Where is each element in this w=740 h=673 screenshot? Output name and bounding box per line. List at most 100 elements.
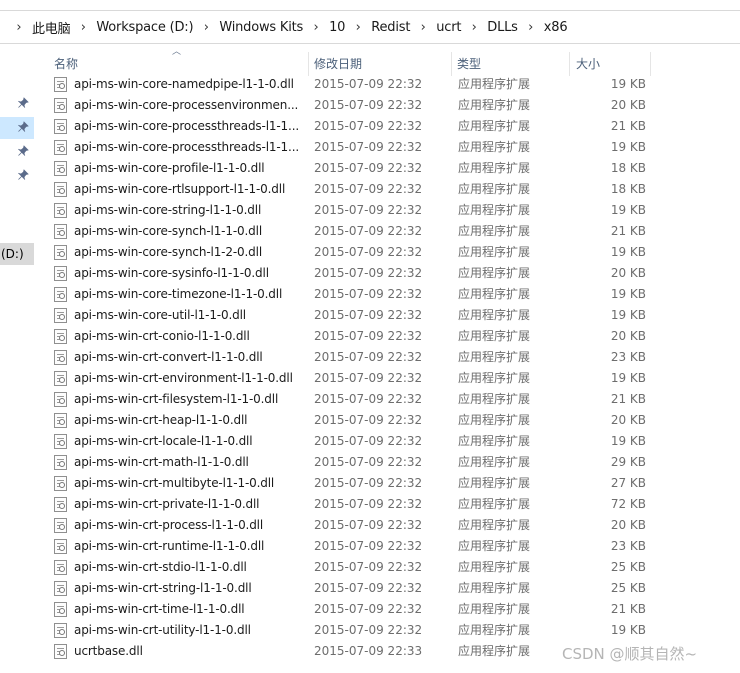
pin-icon[interactable] [17,145,30,157]
file-size: 29 KB [610,455,646,469]
file-modified-date: 2015-07-09 22:32 [314,476,423,490]
chevron-right-icon[interactable]: › [347,20,369,35]
file-row[interactable]: api-ms-win-crt-stdio-l1-1-0.dll 2015-07-0… [50,557,652,578]
column-divider[interactable] [308,52,309,76]
dll-file-icon [54,518,67,533]
file-row[interactable]: api-ms-win-crt-runtime-l1-1-0.dll 2015-07… [50,536,652,557]
chevron-right-icon[interactable]: › [412,20,434,35]
breadcrumb-item-dlls[interactable]: DLLs [485,20,519,35]
file-type: 应用程序扩展 [458,413,531,427]
file-name: api-ms-win-crt-multibyte-l1-1-0.dll [74,476,275,490]
file-row[interactable]: api-ms-win-crt-conio-l1-1-0.dll 2015-07-0… [50,326,652,347]
column-header-size[interactable]: 大小 [572,52,650,76]
file-name: api-ms-win-core-rtlsupport-l1-1-0.dll [74,182,286,196]
breadcrumb-item-windows-kits[interactable]: Windows Kits [217,20,305,35]
file-row[interactable]: api-ms-win-core-synch-l1-1-0.dll 2015-07-… [50,221,652,242]
dll-file-icon [54,161,67,176]
file-row[interactable]: api-ms-win-crt-convert-l1-1-0.dll 2015-07… [50,347,652,368]
chevron-right-icon[interactable]: › [8,20,30,35]
file-row[interactable]: api-ms-win-crt-time-l1-1-0.dll 2015-07-09… [50,599,652,620]
dll-file-icon [54,77,67,92]
file-type: 应用程序扩展 [458,161,531,175]
file-row[interactable]: api-ms-win-core-processenvironmen... 2015… [50,95,652,116]
file-row[interactable]: api-ms-win-core-namedpipe-l1-1-0.dll 2015… [50,74,652,95]
file-name: api-ms-win-crt-time-l1-1-0.dll [74,602,245,616]
breadcrumb-item-redist[interactable]: Redist [369,20,412,35]
file-type: 应用程序扩展 [458,308,531,322]
file-row[interactable]: api-ms-win-crt-filesystem-l1-1-0.dll 2015… [50,389,652,410]
file-modified-date: 2015-07-09 22:32 [314,602,423,616]
file-name: api-ms-win-core-timezone-l1-1-0.dll [74,287,283,301]
file-row[interactable]: api-ms-win-crt-multibyte-l1-1-0.dll 2015-… [50,473,652,494]
column-header-name[interactable]: 名称 [50,52,308,76]
column-divider[interactable] [451,52,452,76]
file-row[interactable]: api-ms-win-core-string-l1-1-0.dll 2015-07… [50,200,652,221]
chevron-right-icon[interactable]: › [463,20,485,35]
file-modified-date: 2015-07-09 22:32 [314,560,423,574]
file-row[interactable]: api-ms-win-crt-private-l1-1-0.dll 2015-07… [50,494,652,515]
breadcrumb-item-ucrt[interactable]: ucrt [434,20,463,35]
file-name: api-ms-win-crt-private-l1-1-0.dll [74,497,260,511]
chevron-right-icon[interactable]: › [195,20,217,35]
file-type: 应用程序扩展 [458,581,531,595]
dll-file-icon [54,350,67,365]
file-row[interactable]: api-ms-win-core-processthreads-l1-1... 20… [50,137,652,158]
chevron-right-icon[interactable]: › [72,20,94,35]
file-modified-date: 2015-07-09 22:32 [314,413,423,427]
dll-file-icon [54,119,67,134]
dll-file-icon [54,434,67,449]
file-row[interactable]: api-ms-win-core-timezone-l1-1-0.dll 2015-… [50,284,652,305]
breadcrumb-item-x86[interactable]: x86 [542,20,570,35]
breadcrumb-item-this-pc[interactable]: 此电脑 [30,18,72,37]
file-type: 应用程序扩展 [458,434,531,448]
breadcrumb: › 此电脑 › Workspace (D:) › Windows Kits › … [8,11,569,43]
file-row[interactable]: api-ms-win-crt-utility-l1-1-0.dll 2015-07… [50,620,652,641]
breadcrumb-item-workspace[interactable]: Workspace (D:) [94,20,195,35]
file-modified-date: 2015-07-09 22:32 [314,98,423,112]
file-row[interactable]: api-ms-win-core-util-l1-1-0.dll 2015-07-0… [50,305,652,326]
file-type: 应用程序扩展 [458,455,531,469]
breadcrumb-item-10[interactable]: 10 [327,20,347,35]
nav-item-drive-d[interactable]: (D:) [0,243,34,265]
file-modified-date: 2015-07-09 22:32 [314,497,423,511]
file-row[interactable]: api-ms-win-crt-environment-l1-1-0.dll 201… [50,368,652,389]
column-divider[interactable] [569,52,570,76]
file-row[interactable]: api-ms-win-crt-locale-l1-1-0.dll 2015-07-… [50,431,652,452]
file-type: 应用程序扩展 [458,371,531,385]
chevron-right-icon[interactable]: › [520,20,542,35]
column-header-date[interactable]: 修改日期 [310,52,450,76]
column-divider[interactable] [650,52,651,76]
file-modified-date: 2015-07-09 22:32 [314,392,423,406]
file-row[interactable]: api-ms-win-crt-process-l1-1-0.dll 2015-07… [50,515,652,536]
file-row[interactable]: api-ms-win-core-synch-l1-2-0.dll 2015-07-… [50,242,652,263]
file-name: api-ms-win-core-synch-l1-2-0.dll [74,245,263,259]
file-size: 20 KB [610,98,646,112]
file-size: 27 KB [610,476,646,490]
dll-file-icon [54,413,67,428]
file-modified-date: 2015-07-09 22:32 [314,266,423,280]
file-type: 应用程序扩展 [458,350,531,364]
address-bar[interactable]: › 此电脑 › Workspace (D:) › Windows Kits › … [0,10,740,44]
file-row[interactable]: api-ms-win-crt-heap-l1-1-0.dll 2015-07-09… [50,410,652,431]
file-row[interactable]: api-ms-win-core-rtlsupport-l1-1-0.dll 201… [50,179,652,200]
column-header-type[interactable]: 类型 [453,52,569,76]
file-name: api-ms-win-crt-runtime-l1-1-0.dll [74,539,265,553]
file-row[interactable]: api-ms-win-core-sysinfo-l1-1-0.dll 2015-0… [50,263,652,284]
dll-file-icon [54,308,67,323]
pin-icon[interactable] [17,121,30,133]
file-list: api-ms-win-core-namedpipe-l1-1-0.dll 2015… [50,74,652,662]
file-row[interactable]: api-ms-win-crt-string-l1-1-0.dll 2015-07-… [50,578,652,599]
file-type: 应用程序扩展 [458,245,531,259]
pin-icon[interactable] [17,97,30,109]
file-size: 19 KB [610,434,646,448]
file-row[interactable]: api-ms-win-crt-math-l1-1-0.dll 2015-07-09… [50,452,652,473]
file-row[interactable]: api-ms-win-core-profile-l1-1-0.dll 2015-0… [50,158,652,179]
file-modified-date: 2015-07-09 22:32 [314,539,423,553]
file-size: 19 KB [610,245,646,259]
chevron-right-icon[interactable]: › [305,20,327,35]
dll-file-icon [54,392,67,407]
pin-icon[interactable] [17,169,30,181]
file-type: 应用程序扩展 [458,518,531,532]
file-size: 19 KB [610,371,646,385]
file-row[interactable]: api-ms-win-core-processthreads-l1-1... 20… [50,116,652,137]
